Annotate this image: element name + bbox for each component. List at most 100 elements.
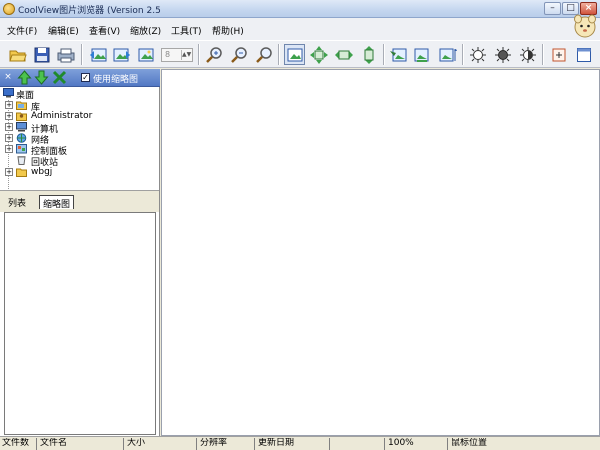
menu-tools[interactable]: 工具(T) [171, 24, 202, 37]
folder-icon [16, 168, 27, 177]
panel-header: × ✓ 使用缩略图 [0, 69, 160, 87]
expand-toggle[interactable]: + [5, 112, 13, 120]
open-folder-icon [8, 50, 27, 61]
tree-item-recycle-bin[interactable]: 回收站 [0, 155, 159, 168]
slideshow-icon [138, 48, 153, 61]
crop-button[interactable] [548, 44, 569, 65]
tree-item-computer[interactable]: + 计算机 [0, 122, 159, 135]
tree-item-desktop[interactable]: 桌面 [0, 88, 159, 101]
toolbar-separator [383, 44, 385, 65]
zoom-out-button[interactable] [228, 44, 249, 65]
save-button[interactable] [31, 44, 52, 65]
use-thumbnail-label: 使用缩略图 [93, 75, 139, 85]
toolbar-separator [198, 44, 200, 65]
next-image-icon [113, 48, 130, 61]
expand-toggle[interactable]: + [5, 134, 13, 142]
panel-close-button[interactable]: × [2, 71, 14, 83]
contrast-button[interactable] [517, 44, 538, 65]
control-panel-icon [16, 144, 27, 154]
menu-help[interactable]: 帮助(H) [212, 24, 244, 37]
status-size: 大小 [125, 438, 197, 450]
toolbar: 8 ▲▼ [0, 40, 600, 68]
user-folder-icon [16, 112, 27, 121]
fit-width-button[interactable] [333, 44, 354, 65]
page-number-field[interactable]: 8 ▲▼ [161, 48, 193, 62]
brightness-up-button[interactable] [467, 44, 488, 65]
toolbar-separator [278, 44, 280, 65]
brightness-down-button[interactable] [492, 44, 513, 65]
rotate-left-button[interactable] [387, 44, 408, 65]
window-icon [576, 47, 591, 62]
tree-label: wbgj [31, 167, 53, 177]
desktop-icon [3, 88, 14, 98]
tree-item-wbgj[interactable]: + wbgj [0, 167, 159, 178]
slideshow-button[interactable] [135, 44, 156, 65]
menu-view[interactable]: 查看(V) [89, 24, 120, 37]
zoom-in-icon [205, 46, 222, 63]
expand-toggle[interactable]: + [5, 123, 13, 131]
four-arrows-icon [309, 45, 328, 64]
tree-item-library[interactable]: + 库 [0, 100, 159, 113]
tree-item-administrator[interactable]: + Administrator [0, 111, 159, 122]
tree-label: Administrator [31, 111, 93, 121]
mascot-icon [574, 14, 596, 38]
flip-button[interactable] [437, 44, 458, 65]
fit-all-button[interactable] [308, 44, 329, 65]
expand-toggle[interactable]: + [5, 145, 13, 153]
expand-toggle[interactable]: + [5, 101, 13, 109]
fit-height-button[interactable] [358, 44, 379, 65]
arrow-down-icon [34, 70, 49, 85]
tab-list[interactable]: 列表 [5, 195, 29, 209]
page-number-value: 8 [165, 50, 171, 59]
fit-window-button[interactable] [284, 44, 305, 65]
menu-edit[interactable]: 编辑(E) [48, 24, 79, 37]
tree-item-control-panel[interactable]: + 控制面板 [0, 144, 159, 157]
status-resolution: 分辨率 [198, 438, 255, 450]
magnifier-icon [255, 46, 272, 63]
app-icon [3, 3, 15, 15]
status-bar: 文件数 文件名 大小 分辨率 更新日期 100% 鼠标位置 [0, 436, 600, 450]
recycle-bin-icon [17, 156, 26, 165]
library-icon [16, 101, 27, 110]
down-folder-button[interactable] [34, 70, 49, 85]
image-viewer[interactable] [161, 69, 600, 436]
status-update-date: 更新日期 [256, 438, 330, 450]
view-tabs: 列表 缩略图 [0, 190, 159, 212]
use-thumbnail-checkbox[interactable]: ✓ [81, 73, 90, 82]
actual-size-button[interactable] [253, 44, 274, 65]
tree-item-network[interactable]: + 网络 [0, 133, 159, 146]
menu-zoom[interactable]: 缩放(Z) [130, 24, 161, 37]
open-folder-button[interactable] [7, 44, 28, 65]
contrast-icon [519, 46, 536, 63]
flip-icon [439, 48, 457, 61]
print-button[interactable] [55, 44, 76, 65]
menu-bar: 文件(F) 编辑(E) 查看(V) 缩放(Z) 工具(T) 帮助(H) [0, 18, 600, 40]
window-title: CoolView图片浏览器 (Version 2.5 [18, 6, 161, 16]
toolbar-separator [462, 44, 464, 65]
sun-outline-icon [469, 46, 486, 63]
previous-image-icon [89, 48, 106, 61]
save-icon [34, 47, 49, 62]
next-image-button[interactable] [111, 44, 132, 65]
previous-image-button[interactable] [87, 44, 108, 65]
fullscreen-button[interactable] [573, 44, 594, 65]
computer-icon [16, 122, 27, 132]
expand-toggle[interactable]: + [5, 168, 13, 176]
toolbar-separator [81, 44, 83, 65]
rotate-right-button[interactable] [412, 44, 433, 65]
network-icon [16, 133, 27, 143]
menu-file[interactable]: 文件(F) [7, 24, 37, 37]
tab-thumbnails[interactable]: 缩略图 [39, 195, 75, 210]
minimize-button[interactable]: – [544, 2, 561, 15]
sun-filled-icon [494, 46, 511, 63]
thumbnail-area[interactable] [4, 212, 156, 435]
up-folder-button[interactable] [17, 70, 32, 85]
page-number-spinner[interactable]: ▲▼ [181, 50, 191, 60]
arrow-up-icon [17, 70, 32, 85]
status-zoom: 100% [386, 438, 448, 450]
status-mouse-position: 鼠标位置 [451, 438, 488, 448]
zoom-in-button[interactable] [203, 44, 224, 65]
crop-icon [552, 48, 565, 61]
delete-button[interactable] [52, 70, 67, 85]
vertical-arrows-icon [364, 45, 373, 64]
